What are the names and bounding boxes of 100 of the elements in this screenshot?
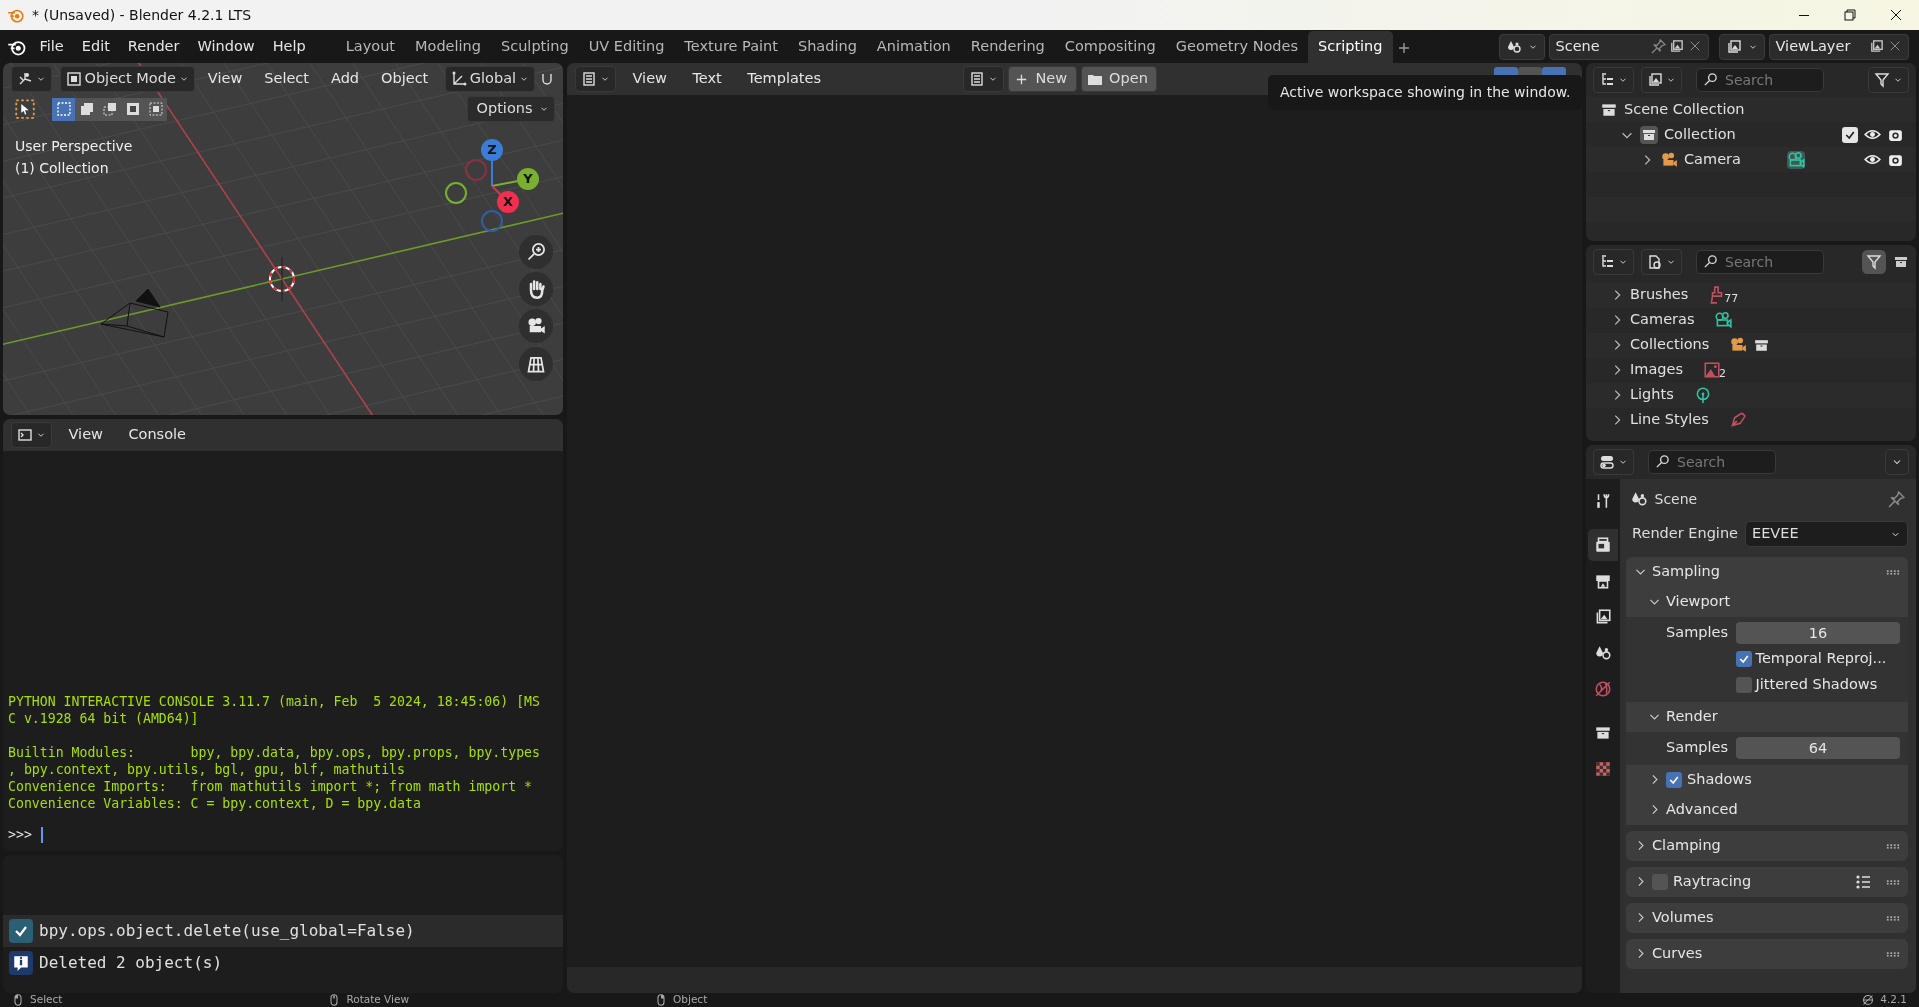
scene-selector[interactable] [1499, 33, 1545, 60]
workspace-tab[interactable]: Scripting [1308, 31, 1393, 63]
panel-title[interactable]: Advanced [1666, 798, 1738, 821]
tree-item-label[interactable]: Camera [1684, 148, 1741, 171]
number-field[interactable]: 16 [1736, 622, 1900, 644]
tree-icon [1599, 72, 1615, 88]
workspace-tab[interactable]: Rendering [960, 31, 1055, 63]
menu-item[interactable]: Render [118, 32, 189, 61]
panel-title[interactable]: Curves [1652, 942, 1703, 965]
camera-view-button[interactable] [519, 309, 553, 343]
view-layer-field[interactable]: ViewLayer [1768, 33, 1909, 60]
plus-icon [1396, 40, 1412, 56]
editor-type-button[interactable] [11, 422, 52, 448]
perspective-button[interactable] [519, 347, 553, 381]
editor-type-button[interactable] [11, 66, 52, 92]
panel-title[interactable]: Viewport [1666, 590, 1731, 613]
tree-item-label[interactable]: Brushes [1630, 284, 1689, 306]
filter-mode-button[interactable] [1641, 249, 1682, 275]
search-field[interactable]: Search [1696, 68, 1824, 92]
zoom-button[interactable] [519, 235, 553, 269]
menu-item[interactable]: View [59, 421, 112, 449]
open-text-button[interactable]: Open [1080, 66, 1158, 92]
filter-mode-button[interactable] [1641, 67, 1682, 93]
workspace-tab[interactable]: Modeling [405, 31, 491, 63]
pin-icon [1650, 39, 1666, 54]
workspace-tab[interactable]: Layout [335, 31, 405, 63]
checkbox[interactable] [1842, 126, 1858, 143]
workspace-tab[interactable]: Texture Paint [674, 31, 788, 63]
workspace-tab[interactable]: Geometry Nodes [1165, 31, 1309, 63]
checkbox[interactable] [1666, 771, 1682, 788]
field-label: Samples [1665, 623, 1729, 643]
selection-mode-button[interactable] [144, 97, 167, 121]
panel-title[interactable]: Sampling [1652, 560, 1720, 583]
display-mode-button[interactable] [1593, 449, 1634, 475]
menu-item[interactable]: Add [322, 65, 369, 93]
checkbox[interactable] [1736, 651, 1752, 667]
render-engine-dropdown[interactable]: EEVEE [1745, 521, 1908, 547]
orientation-dropdown[interactable]: Global [444, 66, 536, 92]
menu-item[interactable]: File [30, 32, 73, 61]
mode-dropdown[interactable]: Object Mode [59, 66, 195, 92]
menu-item[interactable]: Window [188, 32, 264, 61]
menu-item[interactable]: Edit [72, 32, 119, 61]
menu-item[interactable]: View [623, 65, 676, 93]
menu-item[interactable]: View [198, 65, 252, 93]
pan-button[interactable] [519, 272, 553, 306]
toggles-icon [1599, 454, 1615, 470]
selection-mode-button[interactable] [75, 97, 98, 121]
checkbox-label[interactable]: Temporal Reproj... [1755, 648, 1887, 670]
axis-handle[interactable] [445, 182, 467, 204]
scene-field[interactable]: Scene [1548, 33, 1709, 60]
report-text: bpy.ops.object.delete(use_global=False) [39, 920, 415, 942]
display-mode-button[interactable] [1593, 249, 1634, 275]
editor-type-button[interactable] [575, 66, 616, 92]
axis-label[interactable]: Y [517, 168, 539, 190]
menu-item[interactable]: Console [119, 421, 195, 449]
close-icon [1888, 7, 1904, 23]
new-text-button[interactable]: New [1007, 66, 1077, 92]
menu-item[interactable]: Templates [738, 65, 830, 93]
tree-item-label[interactable]: Cameras [1630, 309, 1695, 331]
options-dropdown[interactable]: Options [467, 96, 555, 122]
tree-item-label[interactable]: Line Styles [1630, 409, 1709, 431]
number-field[interactable]: 64 [1736, 737, 1900, 759]
images-icon [1726, 38, 1742, 55]
panel-title[interactable]: Render [1666, 705, 1718, 728]
checkbox[interactable] [1736, 677, 1752, 693]
axis-label[interactable]: Z [481, 139, 503, 161]
menu-item[interactable]: Help [263, 32, 315, 61]
tree-item-label[interactable]: Collections [1630, 334, 1710, 356]
panel-title[interactable]: Clamping [1652, 834, 1721, 857]
filter-button[interactable] [1862, 250, 1886, 274]
panel-title[interactable]: Shadows [1687, 768, 1752, 791]
selection-mode-button[interactable] [52, 97, 75, 121]
images-icon [1869, 39, 1884, 54]
workspace-tab[interactable]: Shading [787, 31, 867, 63]
box-icon [1893, 254, 1909, 270]
workspace-tab[interactable]: Sculpting [491, 31, 579, 63]
workspace-tab[interactable]: UV Editing [578, 31, 675, 63]
console-output-line: Builtin Modules: bpy, bpy.data, bpy.ops, bpy.props, bpy.types [8, 744, 541, 761]
filter-button[interactable] [1868, 67, 1909, 93]
menu-item[interactable]: Select [255, 65, 318, 93]
tree-item-label[interactable]: Scene Collection [1624, 98, 1745, 121]
menu-item[interactable]: Object [372, 65, 438, 93]
tree-item-label[interactable]: Collection [1664, 123, 1736, 146]
text-selector[interactable] [962, 66, 1004, 92]
movie-camera-icon [526, 316, 546, 336]
workspace-tab[interactable]: Compositing [1054, 31, 1166, 63]
workspace-tab[interactable]: Animation [866, 31, 961, 63]
tree-item-label[interactable]: Images [1630, 359, 1683, 381]
tree-item-label[interactable]: Lights [1630, 384, 1674, 406]
display-mode-button[interactable] [1593, 67, 1634, 93]
checkbox-label[interactable]: Jittered Shadows [1755, 674, 1878, 696]
search-field[interactable]: Search [1696, 250, 1824, 274]
images-icon [1594, 608, 1612, 626]
view-layer-selector[interactable] [1719, 33, 1765, 60]
menu-item[interactable]: Text [683, 65, 731, 93]
panel-title[interactable]: Volumes [1652, 906, 1714, 929]
axis-label[interactable]: X [497, 191, 519, 213]
search-field[interactable]: Search [1648, 450, 1776, 474]
report-text: Deleted 2 object(s) [39, 952, 223, 974]
properties-tab[interactable] [1588, 529, 1618, 561]
